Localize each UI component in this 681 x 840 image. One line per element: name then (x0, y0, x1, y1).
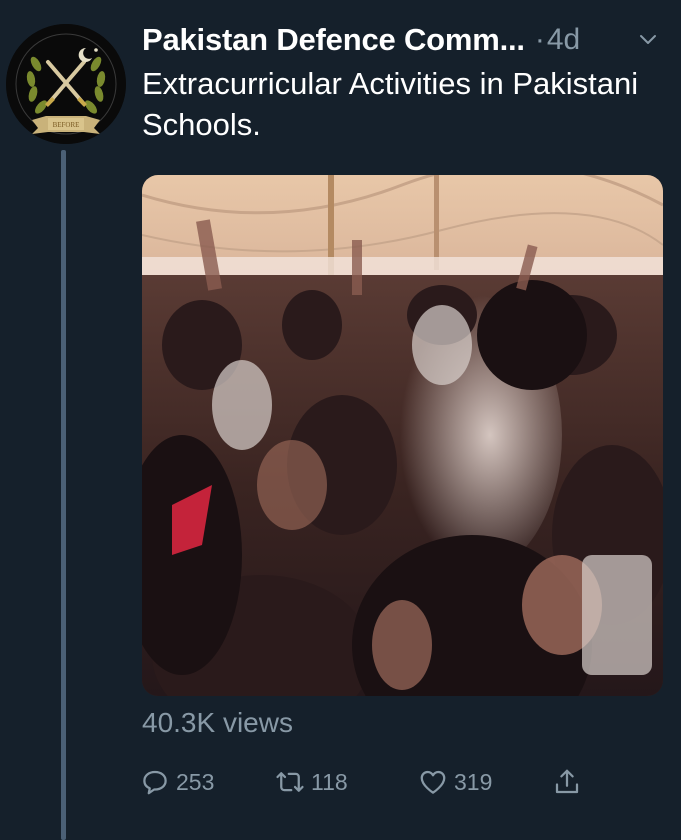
author-avatar[interactable]: BEFORE (6, 24, 126, 144)
tweet-text: Extracurricular Activities in Pakistani … (142, 66, 639, 142)
tweet-header: Pakistan Defence Comm... · 4d (142, 18, 672, 62)
heart-icon (420, 770, 446, 794)
retweet-icon (276, 772, 304, 792)
separator-dot: · (534, 23, 545, 56)
like-button[interactable]: 319 (418, 760, 492, 804)
reply-button[interactable]: 253 (140, 760, 214, 804)
retweet-count: 118 (311, 768, 348, 795)
view-count: 40.3K views (142, 707, 293, 738)
reply-count: 253 (176, 768, 215, 795)
share-button[interactable] (552, 760, 582, 804)
retweet-button[interactable]: 118 (275, 760, 348, 804)
like-count: 319 (454, 768, 493, 795)
chevron-down-icon[interactable] (638, 30, 658, 50)
author-name[interactable]: Pakistan Defence Comm... (142, 22, 525, 58)
reply-icon (143, 770, 167, 795)
share-icon (555, 769, 579, 794)
svg-text:BEFORE: BEFORE (53, 121, 80, 129)
tweet-timestamp[interactable]: 4d (547, 23, 580, 57)
tweet-actions: 253 118 319 (140, 760, 610, 804)
crowd-image (142, 175, 663, 696)
thread-line (61, 150, 66, 840)
pakistan-defence-logo: BEFORE (6, 24, 126, 144)
tweet-video[interactable] (142, 175, 663, 696)
